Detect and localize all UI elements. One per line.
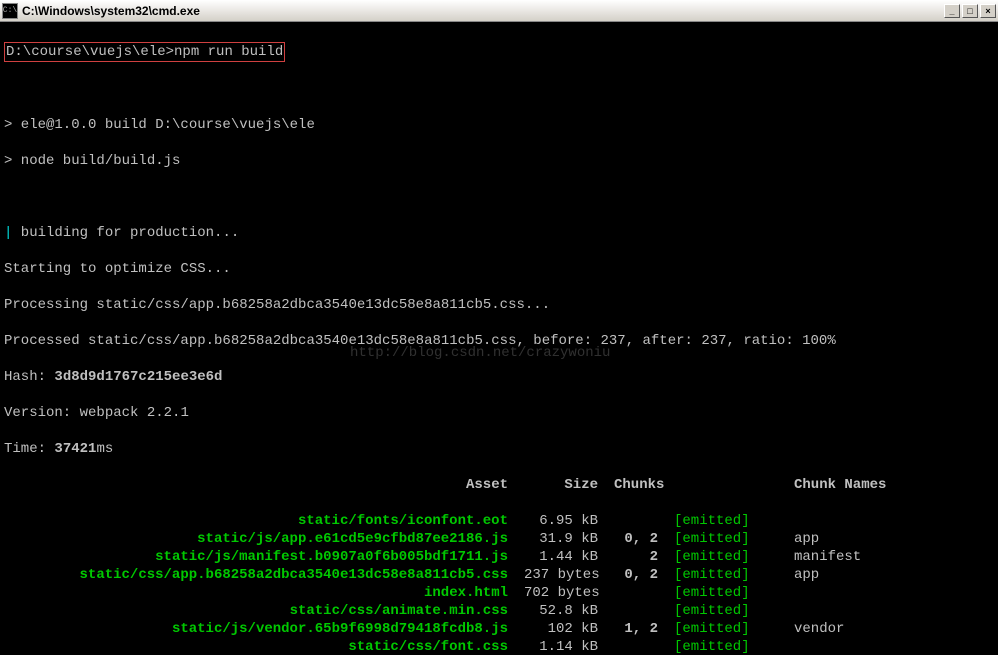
processed-text: Processed static/css/app.b68258a2dbca354… bbox=[4, 332, 994, 350]
asset-chunks bbox=[614, 602, 674, 620]
minimize-button[interactable]: _ bbox=[944, 4, 960, 18]
header-chunks: Chunks bbox=[614, 476, 674, 494]
asset-chunk-names: app bbox=[794, 566, 994, 584]
asset-size: 102 kB bbox=[524, 620, 614, 638]
version-label: Version: bbox=[4, 405, 80, 421]
optimize-text: Starting to optimize CSS... bbox=[4, 260, 994, 278]
asset-row: static/css/app.b68258a2dbca3540e13dc58e8… bbox=[4, 566, 994, 584]
asset-row: static/js/manifest.b0907a0f6b005bdf1711.… bbox=[4, 548, 994, 566]
asset-name: static/js/manifest.b0907a0f6b005bdf1711.… bbox=[4, 548, 524, 566]
asset-size: 237 bytes bbox=[524, 566, 614, 584]
processing-text: Processing static/css/app.b68258a2dbca35… bbox=[4, 296, 994, 314]
window-titlebar: C:\ C:\Windows\system32\cmd.exe _ □ × bbox=[0, 0, 998, 22]
asset-emitted: [emitted] bbox=[674, 566, 794, 584]
asset-emitted: [emitted] bbox=[674, 512, 794, 530]
asset-name: index.html bbox=[4, 584, 524, 602]
hash-label: Hash: bbox=[4, 369, 54, 385]
asset-chunks bbox=[614, 638, 674, 655]
version-value: webpack 2.2.1 bbox=[80, 405, 189, 421]
asset-chunk-names: manifest bbox=[794, 548, 994, 566]
asset-name: static/css/font.css bbox=[4, 638, 524, 655]
asset-table-header: AssetSizeChunks Chunk Names bbox=[4, 476, 994, 494]
prompt-command: npm run build bbox=[174, 44, 283, 60]
time-label: Time: bbox=[4, 441, 54, 457]
asset-size: 1.14 kB bbox=[524, 638, 614, 655]
asset-chunks bbox=[614, 584, 674, 602]
asset-row: static/js/app.e61cd5e9cfbd87ee2186.js31.… bbox=[4, 530, 994, 548]
asset-size: 1.44 kB bbox=[524, 548, 614, 566]
asset-row: static/js/vendor.65b9f6998d79418fcdb8.js… bbox=[4, 620, 994, 638]
asset-size: 31.9 kB bbox=[524, 530, 614, 548]
asset-name: static/css/app.b68258a2dbca3540e13dc58e8… bbox=[4, 566, 524, 584]
asset-name: static/fonts/iconfont.eot bbox=[4, 512, 524, 530]
asset-chunk-names bbox=[794, 602, 994, 620]
asset-name: static/js/app.e61cd5e9cfbd87ee2186.js bbox=[4, 530, 524, 548]
close-button[interactable]: × bbox=[980, 4, 996, 18]
asset-chunk-names: vendor bbox=[794, 620, 994, 638]
asset-size: 52.8 kB bbox=[524, 602, 614, 620]
npm-run-line: > ele@1.0.0 build D:\course\vuejs\ele bbox=[4, 116, 994, 134]
window-title: C:\Windows\system32\cmd.exe bbox=[22, 4, 944, 18]
asset-emitted: [emitted] bbox=[674, 602, 794, 620]
window-controls: _ □ × bbox=[944, 4, 996, 18]
header-asset: Asset bbox=[4, 476, 524, 494]
asset-row: static/css/font.css1.14 kB [emitted] bbox=[4, 638, 994, 655]
asset-chunks: 0, 2 bbox=[614, 566, 674, 584]
asset-chunk-names bbox=[794, 584, 994, 602]
asset-emitted: [emitted] bbox=[674, 584, 794, 602]
asset-chunk-names: app bbox=[794, 530, 994, 548]
asset-row: index.html702 bytes [emitted] bbox=[4, 584, 994, 602]
asset-name: static/css/animate.min.css bbox=[4, 602, 524, 620]
time-value: 37421 bbox=[54, 441, 96, 457]
asset-emitted: [emitted] bbox=[674, 530, 794, 548]
npm-node-line: > node build/build.js bbox=[4, 152, 994, 170]
prompt-path: D:\course\vuejs\ele> bbox=[6, 44, 174, 60]
asset-chunks: 1, 2 bbox=[614, 620, 674, 638]
asset-chunks bbox=[614, 512, 674, 530]
header-names: Chunk Names bbox=[794, 476, 994, 494]
asset-row: static/css/animate.min.css52.8 kB [emitte… bbox=[4, 602, 994, 620]
maximize-button[interactable]: □ bbox=[962, 4, 978, 18]
asset-chunk-names bbox=[794, 638, 994, 655]
asset-chunks: 0, 2 bbox=[614, 530, 674, 548]
cmd-icon: C:\ bbox=[2, 3, 18, 19]
time-unit: ms bbox=[96, 441, 113, 457]
asset-row: static/fonts/iconfont.eot6.95 kB [emitted… bbox=[4, 512, 994, 530]
asset-name: static/js/vendor.65b9f6998d79418fcdb8.js bbox=[4, 620, 524, 638]
header-spacer bbox=[674, 476, 794, 494]
asset-emitted: [emitted] bbox=[674, 548, 794, 566]
hash-value: 3d8d9d1767c215ee3e6d bbox=[54, 369, 222, 385]
asset-size: 6.95 kB bbox=[524, 512, 614, 530]
asset-chunk-names bbox=[794, 512, 994, 530]
asset-chunks: 2 bbox=[614, 548, 674, 566]
terminal-output[interactable]: D:\course\vuejs\ele>npm run build > ele@… bbox=[0, 22, 998, 655]
asset-emitted: [emitted] bbox=[674, 638, 794, 655]
asset-size: 702 bytes bbox=[524, 584, 614, 602]
building-text: building for production... bbox=[12, 225, 239, 241]
asset-emitted: [emitted] bbox=[674, 620, 794, 638]
header-size: Size bbox=[524, 476, 614, 494]
